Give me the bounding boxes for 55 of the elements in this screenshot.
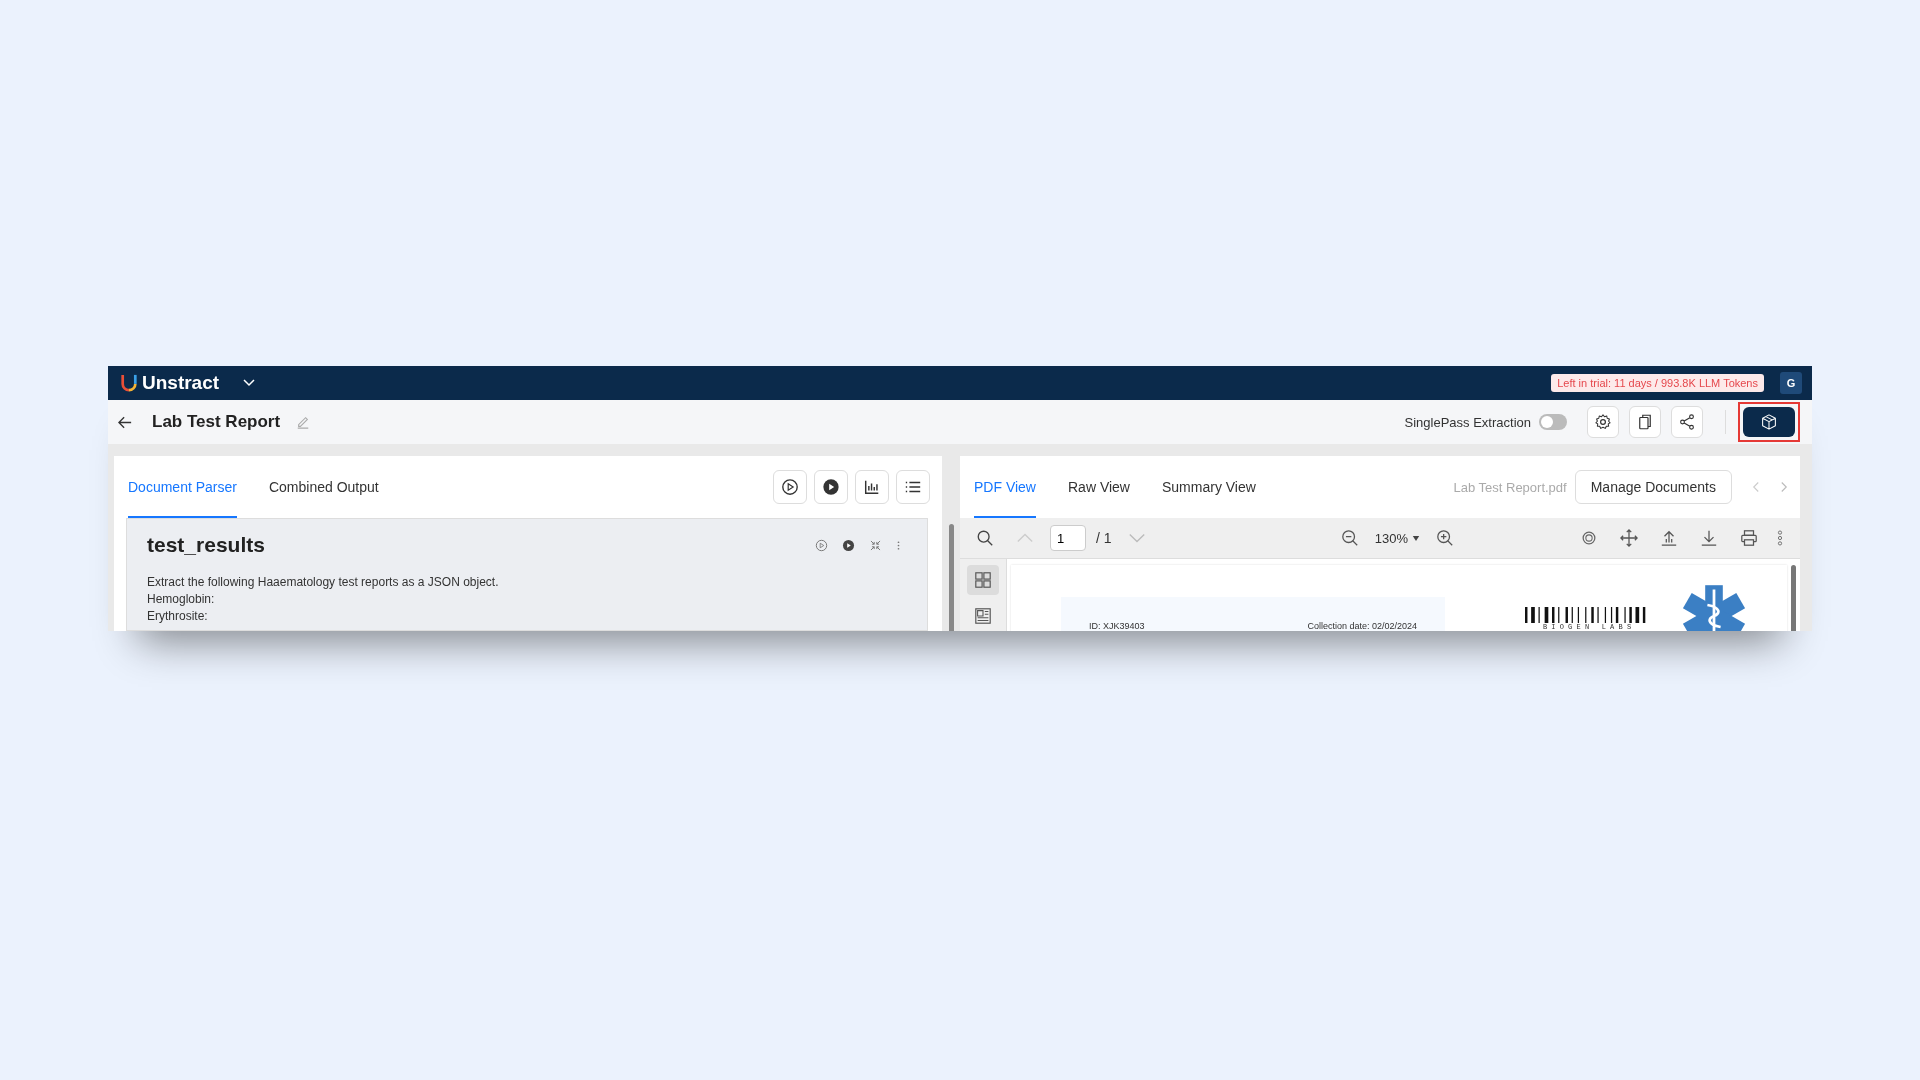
play-outline-icon bbox=[781, 478, 799, 496]
trial-badge: Left in trial: 11 days / 993.8K LLM Tokens bbox=[1551, 374, 1764, 392]
download-icon[interactable] bbox=[1700, 529, 1718, 547]
share-button[interactable] bbox=[1671, 406, 1703, 438]
run-all-button[interactable] bbox=[814, 470, 848, 504]
cube-icon bbox=[1760, 413, 1778, 431]
chevron-down-icon[interactable] bbox=[243, 379, 256, 387]
print-icon[interactable] bbox=[1740, 529, 1758, 547]
settings-button[interactable] bbox=[1587, 406, 1619, 438]
copy-button[interactable] bbox=[1629, 406, 1661, 438]
singlepass-toggle[interactable] bbox=[1539, 414, 1567, 430]
search-icon[interactable] bbox=[976, 529, 994, 547]
prompt-text-line: Hemoglobin: bbox=[147, 592, 216, 606]
patient-id: ID: XJK39403 bbox=[1089, 621, 1145, 631]
manage-documents-button[interactable]: Manage Documents bbox=[1574, 470, 1732, 504]
back-arrow-icon[interactable] bbox=[118, 415, 132, 429]
play-filled-icon[interactable] bbox=[842, 538, 855, 552]
zoom-out-icon[interactable] bbox=[1340, 529, 1359, 547]
file-name: Lab Test Report.pdf bbox=[1453, 479, 1567, 495]
prompt-title: test_results bbox=[147, 533, 265, 557]
page-total: / 1 bbox=[1096, 530, 1112, 546]
settings-icon bbox=[1594, 413, 1612, 431]
more-options-icon[interactable] bbox=[1777, 529, 1783, 547]
scrollbar[interactable] bbox=[948, 524, 954, 631]
share-icon bbox=[1678, 413, 1696, 431]
panel-tab[interactable]: Combined Output bbox=[268, 455, 379, 518]
caret-down-icon[interactable] bbox=[1412, 534, 1420, 542]
u-logo-icon bbox=[120, 373, 138, 393]
run-prompt-button[interactable] bbox=[773, 470, 807, 504]
collapse-icon[interactable] bbox=[869, 538, 882, 552]
grid-icon bbox=[974, 571, 992, 589]
thumbnails-button[interactable] bbox=[967, 565, 999, 595]
singlepass-label: SinglePass Extraction bbox=[1404, 414, 1531, 430]
upload-icon[interactable] bbox=[1660, 529, 1678, 547]
prompt-text-line: Erythrosite: bbox=[147, 609, 209, 623]
view-tab[interactable]: Raw View bbox=[1068, 455, 1130, 518]
play-outline-icon[interactable] bbox=[815, 538, 828, 552]
copy-icon bbox=[1636, 413, 1654, 431]
document-icon bbox=[974, 607, 992, 625]
list-button[interactable] bbox=[896, 470, 930, 504]
page-number-field[interactable]: 1 bbox=[1050, 525, 1086, 551]
prompt-text-line: Extract the following Haaematology test reports as a JSON object. bbox=[147, 575, 500, 589]
chart-button[interactable] bbox=[855, 470, 889, 504]
more-options-icon[interactable] bbox=[896, 538, 901, 552]
brand-name: Unstract bbox=[142, 372, 220, 394]
collection-date: Collection date: 02/02/2024 bbox=[1307, 621, 1417, 631]
bar-chart-icon bbox=[863, 478, 881, 496]
user-avatar[interactable]: G bbox=[1780, 372, 1802, 394]
move-icon[interactable] bbox=[1620, 529, 1638, 547]
zoom-level[interactable]: 130% bbox=[1374, 530, 1408, 546]
zoom-in-icon[interactable] bbox=[1436, 529, 1454, 547]
play-filled-icon bbox=[822, 478, 840, 496]
scrollbar[interactable] bbox=[1791, 565, 1796, 631]
project-title: Lab Test Report bbox=[152, 412, 281, 432]
view-tab[interactable]: Summary View bbox=[1162, 455, 1256, 518]
